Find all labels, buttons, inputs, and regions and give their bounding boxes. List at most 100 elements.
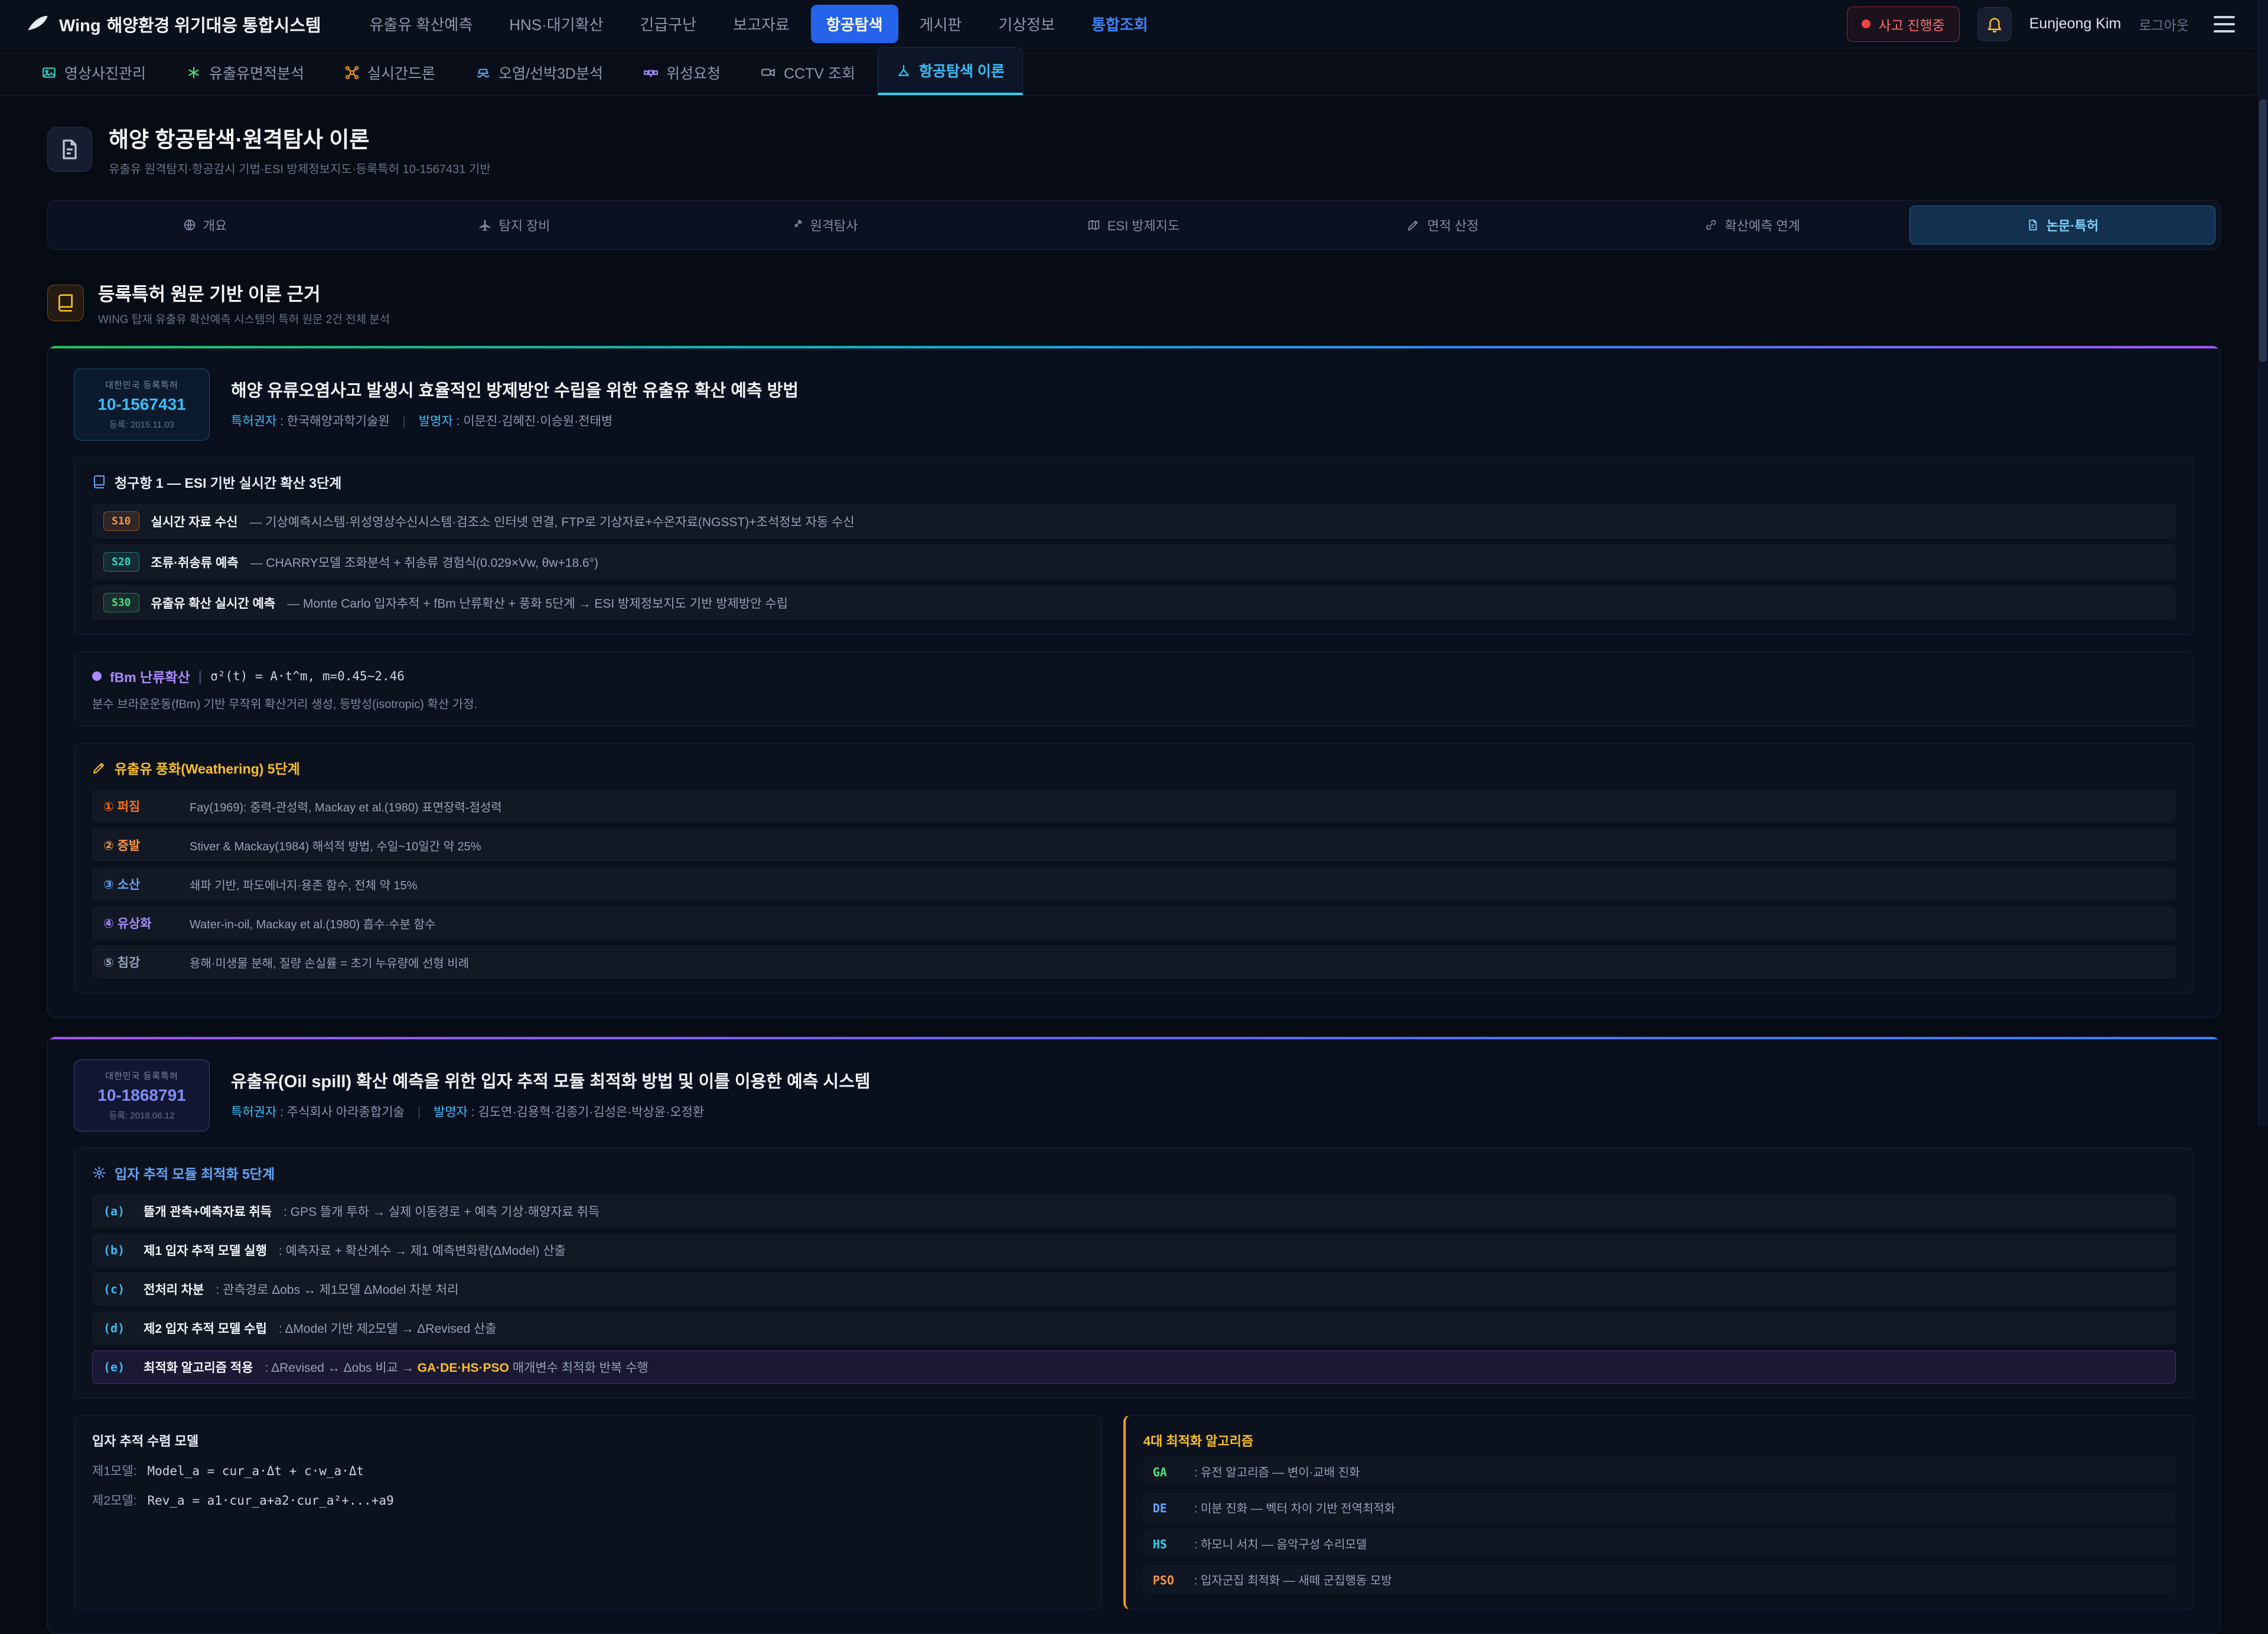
fbm-title: fBm 난류확산	[110, 666, 190, 686]
user-name: Eunjeong Kim	[2029, 15, 2122, 32]
page-header: 해양 항공탐색·원격탐사 이론 유출유 원격탐지·항공감시 기법·ESI 방제정…	[47, 122, 2221, 177]
fbm-description: 분수 브라운운동(fBm) 기반 무작위 확산거리 생성, 등방성(isotro…	[92, 694, 2176, 712]
tab-detection-equipment[interactable]: 탐지 장비	[362, 206, 667, 244]
notification-bell-button[interactable]	[1977, 7, 2012, 41]
nav-item-aerial-search[interactable]: 항공탐색	[811, 5, 898, 43]
nav-item-integrated-view[interactable]: 통합조회	[1076, 5, 1164, 43]
patent-number: 10-1868791	[90, 1086, 194, 1105]
hamburger-icon	[2214, 16, 2235, 18]
nav-item-oil-spill-prediction[interactable]: 유출유 확산예측	[354, 5, 488, 43]
image-icon	[41, 65, 57, 80]
tab-pollution-ship-3d[interactable]: 오염/선박3D분석	[458, 50, 621, 95]
tab-remote-sensing[interactable]: 원격탐사	[672, 206, 976, 244]
claim-title: 청구항 1 — ESI 기반 실시간 확산 3단계	[115, 472, 341, 492]
weathering-panel: 유출유 풍화(Weathering) 5단계 ① 퍼짐 Fay(1969): 중…	[74, 743, 2194, 993]
patent-reg-date: 등록: 2018.06.12	[90, 1109, 194, 1121]
nav-item-reports[interactable]: 보고자료	[718, 5, 805, 43]
step-row: (a) 뜰개 관측+예측자료 취득 : GPS 뜰개 투하 → 실제 이동경로 …	[92, 1195, 2176, 1228]
cctv-camera-icon	[761, 65, 776, 80]
s30-badge: S30	[103, 593, 139, 612]
patent-card-1: 대한민국 등록특허 10-1567431 등록: 2015.11.03 해양 유…	[47, 345, 2221, 1017]
step-row: (b) 제1 입자 추적 모델 실행 : 예측자료 + 확산계수 → 제1 예측…	[92, 1234, 2176, 1267]
map-icon	[1087, 218, 1100, 231]
s10-badge: S10	[103, 511, 139, 531]
theory-tab-bar: 개요 탐지 장비 원격탐사 ESI 방제지도 면적 산정 확산예측 연계 논문·…	[47, 200, 2221, 250]
algo-row: HS : 하모니 서치 — 음악구성 수리모델	[1143, 1529, 2176, 1558]
tab-area-calculation[interactable]: 면적 산정	[1291, 206, 1595, 244]
menu-button[interactable]	[2207, 9, 2242, 40]
claim-panel: 청구항 1 — ESI 기반 실시간 확산 3단계 S10 실시간 자료 수신 …	[74, 457, 2194, 635]
patent-title: 해양 유류오염사고 발생시 효율적인 방제방안 수립을 위한 유출유 확산 예측…	[231, 380, 799, 403]
algorithms-panel: 4대 최적화 알고리즘 GA : 유전 알고리즘 — 변이·교배 진화 DE :…	[1123, 1415, 2194, 1610]
section-subtitle: WING 탑재 유출유 확산예측 시스템의 특허 원문 2건 전체 분석	[98, 311, 390, 327]
theory-icon	[896, 63, 911, 78]
step-row-optimization: (e) 최적화 알고리즘 적용 : ΔRevised ↔ Δobs 비교 → G…	[92, 1351, 2176, 1384]
patent-number: 10-1567431	[90, 395, 194, 414]
pencil-icon	[1407, 218, 1420, 231]
wing-logo-icon	[26, 12, 50, 36]
weathering-row: ④ 유상화 Water-in-oil, Mackay et al.(1980) …	[92, 906, 2176, 940]
section-title: 등록특허 원문 기반 이론 근거	[98, 279, 390, 306]
patent-holder: 주식회사 아라종합기술	[287, 1105, 405, 1119]
system-name: 해양환경 위기대응 통합시스템	[107, 17, 321, 35]
nav-item-hns-atmospheric[interactable]: HNS·대기확산	[494, 5, 618, 43]
logout-button[interactable]: 로그아웃	[2139, 14, 2189, 34]
algorithms-panel-title: 4대 최적화 알고리즘	[1143, 1431, 2176, 1450]
ship-icon	[475, 65, 491, 80]
tab-oil-area-analysis[interactable]: 유출유면적분석	[168, 50, 322, 95]
main-nav: 유출유 확산예측 HNS·대기확산 긴급구난 보고자료 항공탐색 게시판 기상정…	[354, 5, 1164, 43]
claim-row: S10 실시간 자료 수신 — 기상예측시스템·위성영상수신시스템·검조소 인터…	[92, 504, 2176, 539]
scrollbar-track[interactable]	[2258, 0, 2268, 1126]
model-panel-title: 입자 추적 수렴 모델	[92, 1431, 1084, 1450]
patent-number-badge: 대한민국 등록특허 10-1567431 등록: 2015.11.03	[74, 368, 210, 441]
patent-reg-date: 등록: 2015.11.03	[90, 418, 194, 430]
particle-model-panel: 입자 추적 수렴 모델 제1모델: Model_a = cur_a·Δt + c…	[74, 1415, 1102, 1610]
globe-icon	[183, 218, 196, 231]
tab-cctv-view[interactable]: CCTV 조회	[743, 50, 873, 95]
tab-image-management[interactable]: 영상사진관리	[24, 50, 164, 95]
optimization-panel: 입자 추적 모듈 최적화 5단계 (a) 뜰개 관측+예측자료 취득 : GPS…	[74, 1148, 2194, 1398]
claim-row: S30 유출유 확산 실시간 예측 — Monte Carlo 입자추적 + f…	[92, 585, 2176, 620]
tab-overview[interactable]: 개요	[53, 206, 357, 244]
incident-status-badge: 사고 진행중	[1847, 6, 1960, 42]
weathering-title: 유출유 풍화(Weathering) 5단계	[115, 758, 300, 778]
tab-satellite-request[interactable]: 위성요청	[625, 50, 738, 95]
plane-icon	[478, 218, 491, 231]
patent-title: 유출유(Oil spill) 확산 예측을 위한 입자 추적 모듈 최적화 방법…	[231, 1071, 871, 1094]
algorithm-names: GA·DE·HS·PSO	[418, 1361, 509, 1375]
brand-name: Wing	[59, 17, 101, 35]
tab-papers-patents[interactable]: 논문·특허	[1909, 206, 2215, 244]
step-row: (d) 제2 입자 추적 모델 수립 : ΔModel 기반 제2모델 → ΔR…	[92, 1312, 2176, 1345]
tab-aerial-theory[interactable]: 항공탐색 이론	[878, 47, 1023, 95]
patent-inventors: 김도연·김용혁·김종기·김성은·박상윤·오정환	[478, 1105, 704, 1119]
analysis-icon	[186, 65, 201, 80]
satellite-icon	[643, 65, 659, 80]
page-subtitle: 유출유 원격탐지·항공감시 기법·ESI 방제정보지도·등록특허 10-1567…	[109, 159, 491, 177]
gear-icon	[92, 1166, 106, 1180]
incident-dot-icon	[1862, 19, 1871, 28]
weathering-row: ① 퍼짐 Fay(1969): 중력-관성력, Mackay et al.(19…	[92, 790, 2176, 823]
paper-icon	[2026, 218, 2039, 231]
book-icon	[47, 285, 84, 321]
tab-prediction-link[interactable]: 확산예측 연계	[1600, 206, 1905, 244]
fbm-panel: fBm 난류확산 | σ²(t) = A·t^m, m=0.45~2.46 분수…	[74, 651, 2194, 726]
topbar: Wing 해양환경 위기대응 통합시스템 유출유 확산예측 HNS·대기확산 긴급…	[0, 0, 2268, 48]
main-content: 해양 항공탐색·원격탐사 이론 유출유 원격탐지·항공감시 기법·ESI 방제정…	[0, 96, 2268, 1634]
bell-icon	[1986, 15, 2003, 33]
drone-icon	[344, 65, 360, 80]
radar-icon	[790, 218, 803, 231]
nav-item-weather-info[interactable]: 기상정보	[983, 5, 1070, 43]
app-logo: Wing 해양환경 위기대응 통합시스템	[26, 12, 321, 37]
patent-inventors: 이문진·김혜진·이승원·전태병	[463, 415, 612, 428]
nav-item-board[interactable]: 게시판	[904, 5, 977, 43]
step-row: (c) 전처리 차분 : 관측경로 Δobs ↔ 제1모델 ΔModel 차분 …	[92, 1273, 2176, 1306]
tab-realtime-drone[interactable]: 실시간드론	[327, 50, 453, 95]
s20-badge: S20	[103, 552, 139, 572]
document-icon	[47, 127, 92, 172]
scrollbar-thumb[interactable]	[2259, 99, 2267, 362]
tab-esi-map[interactable]: ESI 방제지도	[981, 206, 1286, 244]
weathering-row: ③ 소산 쇄파 기반, 파도에너지·용존 함수, 전체 약 15%	[92, 867, 2176, 901]
claim-row: S20 조류·취송류 예측 — CHARRY모델 조화분석 + 취송류 경험식(…	[92, 544, 2176, 579]
page-title: 해양 항공탐색·원격탐사 이론	[109, 122, 491, 154]
nav-item-emergency-rescue[interactable]: 긴급구난	[624, 5, 712, 43]
